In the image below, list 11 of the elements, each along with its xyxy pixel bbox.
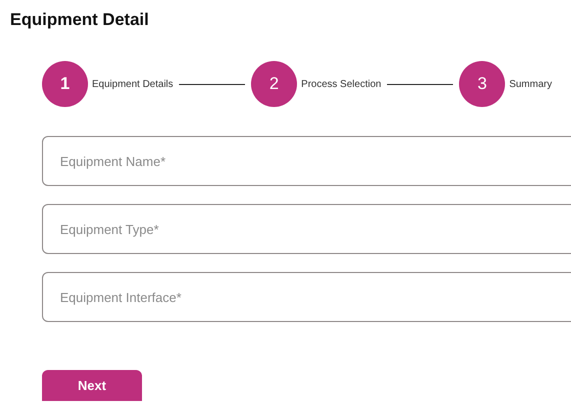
input-field[interactable]: Equipment Name* — [42, 136, 571, 186]
step-number: 3 — [459, 61, 506, 107]
step-label: Summary — [509, 78, 552, 90]
next-button[interactable]: Next — [42, 370, 142, 401]
input-field[interactable]: Equipment Type* — [42, 204, 571, 254]
page-title: Equipment Detail — [10, 10, 150, 30]
step-number: 1 — [42, 61, 88, 107]
input-field[interactable]: Equipment Interface* — [42, 272, 571, 322]
step-label: Process Selection — [301, 78, 382, 90]
step-number: 2 — [251, 61, 298, 107]
step-label: Equipment Details — [92, 78, 174, 90]
